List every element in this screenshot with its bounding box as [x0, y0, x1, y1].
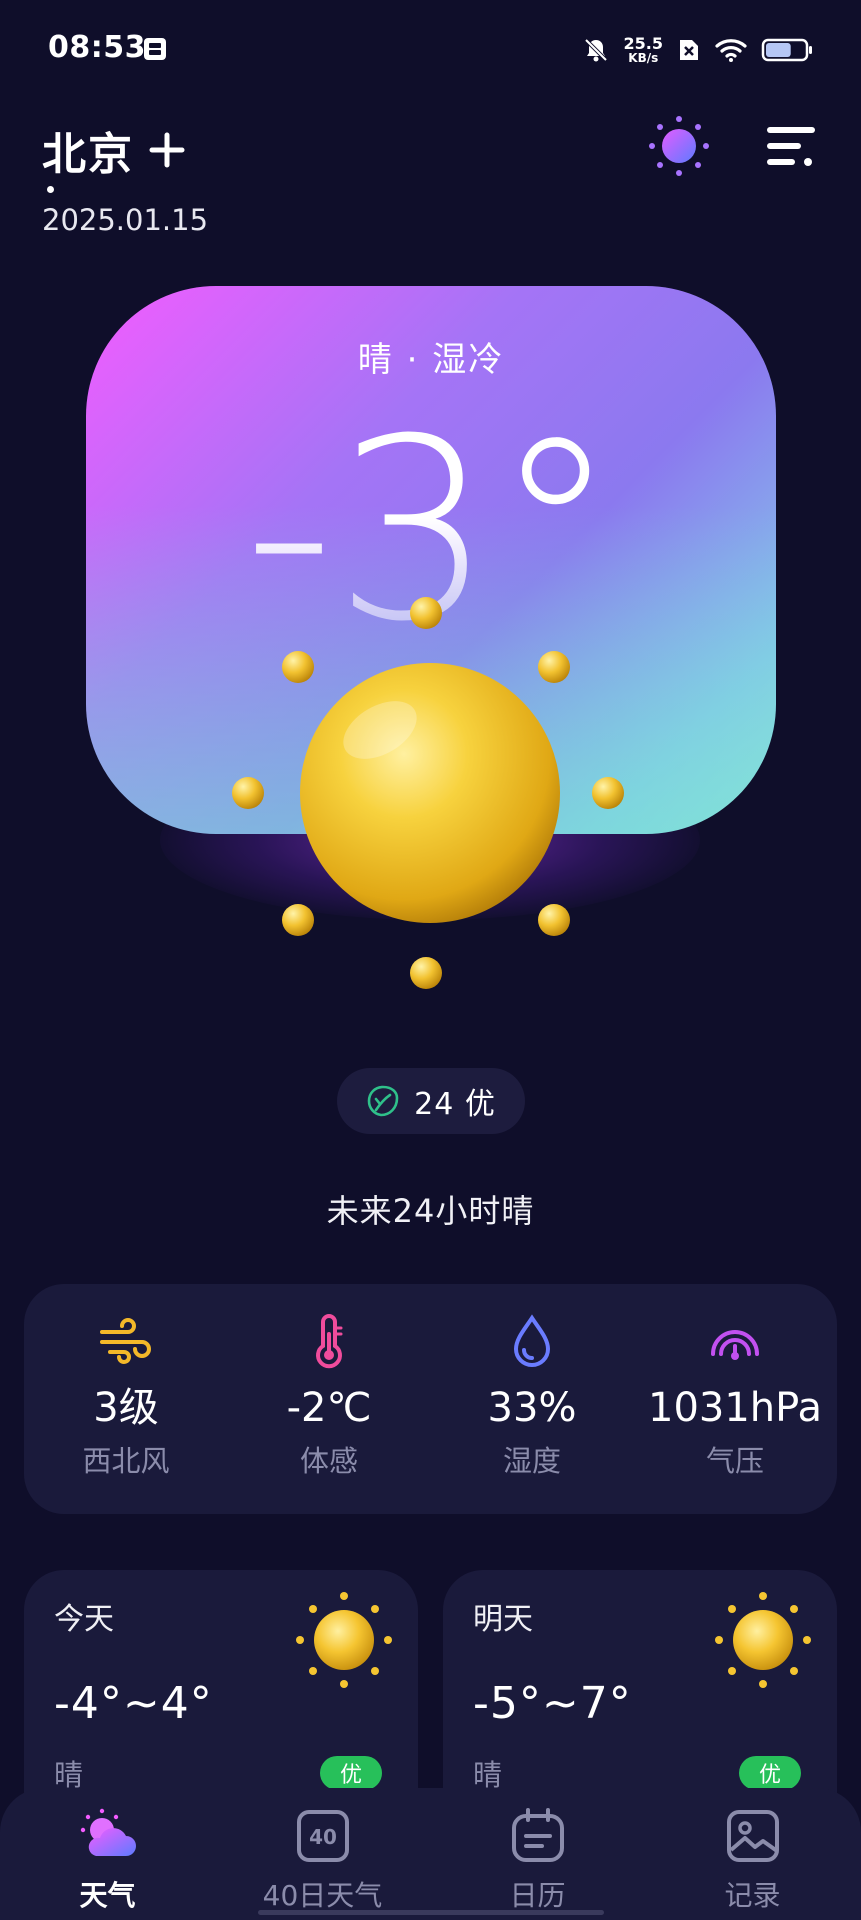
stat-wind[interactable]: 3级 西北风 [26, 1312, 226, 1480]
sunny-icon [296, 1592, 392, 1688]
battery-icon [761, 38, 812, 62]
pressure-gauge-icon [711, 1330, 759, 1360]
status-icons: 25.5 KB/s [582, 30, 813, 70]
sun-illustration-icon [232, 597, 624, 989]
day-temperature-range: -4°~4° [54, 1678, 213, 1729]
aqi-badge: 优 [320, 1756, 382, 1790]
sunny-icon [715, 1592, 811, 1688]
calendar-icon [511, 1808, 564, 1862]
day-label: 今天 [54, 1602, 114, 1637]
sim-card-icon [144, 38, 166, 60]
forecast-summary: 未来24小时晴 [326, 1192, 535, 1230]
bottom-navigation: 天气 40 40日天气 日历 记录 [0, 1788, 861, 1920]
stat-label: 体感 [299, 1444, 358, 1478]
photo-record-icon [726, 1810, 779, 1862]
forty-day-calendar-icon: 40 [296, 1810, 349, 1862]
day-label: 明天 [473, 1602, 533, 1637]
weather-cloud-sun-icon [80, 1808, 136, 1856]
nav-tab-calendar[interactable]: 日历 [430, 1806, 645, 1914]
aqi-badge: 优 [739, 1756, 801, 1790]
stat-label: 气压 [705, 1444, 764, 1478]
stat-value: -2℃ [286, 1385, 372, 1431]
weather-stats-panel: 3级 西北风 -2℃ 体感 33% 湿度 1031hPa 气压 [24, 1284, 837, 1514]
forty-day-icon-text: 40 [309, 1825, 337, 1849]
network-speed: 25.5 KB/s [623, 34, 663, 65]
menu-icon[interactable] [766, 124, 816, 168]
thermometer-icon [316, 1314, 343, 1369]
wifi-icon [715, 39, 747, 62]
nav-label: 日历 [509, 1879, 566, 1912]
nav-label: 天气 [79, 1879, 136, 1912]
day-temperature-range: -5°~7° [473, 1678, 632, 1729]
network-speed-unit: KB/s [628, 51, 659, 65]
mute-bell-icon [584, 38, 607, 62]
stat-pressure[interactable]: 1031hPa 气压 [635, 1312, 835, 1480]
sun-theme-icon[interactable] [646, 113, 712, 179]
nav-label: 40日天气 [262, 1879, 383, 1912]
current-date: 2025.01.15 [42, 203, 209, 237]
city-name[interactable]: 北京 [42, 118, 134, 182]
city-selector[interactable]: 北京 [42, 118, 186, 182]
air-quality-value: 24 优 [414, 1087, 496, 1122]
stat-humidity[interactable]: 33% 湿度 [432, 1312, 632, 1480]
status-bar: 08:53 25.5 KB/s [0, 0, 861, 100]
nav-tab-40-day[interactable]: 40 40日天气 [215, 1806, 430, 1914]
home-indicator[interactable] [258, 1910, 604, 1915]
no-sim-icon [680, 40, 698, 60]
weather-description: 晴 · 湿冷 [357, 340, 505, 380]
leaf-icon [367, 1085, 399, 1117]
stat-label: 湿度 [502, 1444, 561, 1478]
humidity-drop-icon [513, 1314, 551, 1367]
stat-label: 西北风 [82, 1444, 170, 1478]
network-speed-value: 25.5 [623, 34, 663, 53]
nav-label: 记录 [724, 1879, 781, 1912]
stat-value: 33% [487, 1385, 577, 1431]
page-indicator-dot [47, 186, 54, 193]
stat-value: 3级 [93, 1385, 159, 1431]
stat-feels-like[interactable]: -2℃ 体感 [229, 1312, 429, 1480]
nav-tab-records[interactable]: 记录 [645, 1806, 860, 1914]
status-time: 08:53 [48, 30, 146, 65]
stat-value: 1031hPa [648, 1385, 822, 1431]
air-quality-pill[interactable]: 24 优 [337, 1068, 525, 1134]
wind-icon [100, 1318, 151, 1364]
add-city-icon[interactable] [148, 131, 186, 169]
nav-tab-weather[interactable]: 天气 [0, 1806, 215, 1914]
